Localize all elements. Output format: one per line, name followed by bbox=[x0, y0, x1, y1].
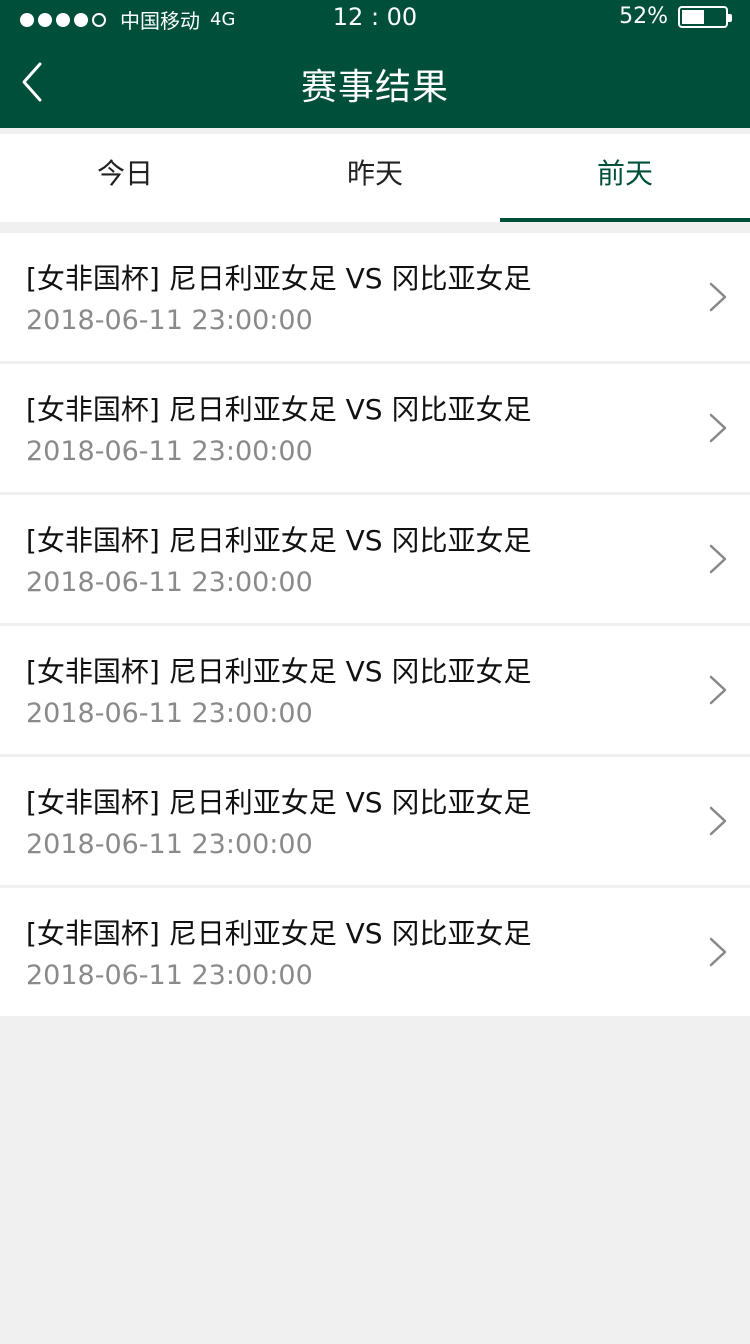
match-title: [女非国杯] 尼日利亚女足 VS 冈比亚女足 bbox=[26, 917, 532, 950]
app-header: 中国移动 4G 12 : 00 52% 赛事结果 bbox=[0, 0, 750, 128]
tab-yesterday[interactable]: 昨天 bbox=[250, 134, 500, 222]
match-title: [女非国杯] 尼日利亚女足 VS 冈比亚女足 bbox=[26, 655, 532, 688]
list-item[interactable]: [女非国杯] 尼日利亚女足 VS 冈比亚女足 2018-06-11 23:00:… bbox=[0, 364, 750, 492]
match-time: 2018-06-11 23:00:00 bbox=[26, 305, 313, 336]
match-title: [女非国杯] 尼日利亚女足 VS 冈比亚女足 bbox=[26, 393, 532, 426]
match-time: 2018-06-11 23:00:00 bbox=[26, 960, 313, 991]
chevron-right-icon bbox=[709, 937, 727, 967]
tab-today[interactable]: 今日 bbox=[0, 134, 250, 222]
match-title: [女非国杯] 尼日利亚女足 VS 冈比亚女足 bbox=[26, 524, 532, 557]
match-title: [女非国杯] 尼日利亚女足 VS 冈比亚女足 bbox=[26, 262, 532, 295]
match-time: 2018-06-11 23:00:00 bbox=[26, 436, 313, 467]
list-item[interactable]: [女非国杯] 尼日利亚女足 VS 冈比亚女足 2018-06-11 23:00:… bbox=[0, 757, 750, 885]
status-bar: 中国移动 4G 12 : 00 52% bbox=[0, 0, 750, 36]
list-item[interactable]: [女非国杯] 尼日利亚女足 VS 冈比亚女足 2018-06-11 23:00:… bbox=[0, 888, 750, 1016]
status-right: 52% bbox=[619, 4, 732, 29]
page-title: 赛事结果 bbox=[300, 67, 449, 108]
match-time: 2018-06-11 23:00:00 bbox=[26, 829, 313, 860]
battery-level-fill bbox=[682, 9, 704, 24]
list-item[interactable]: [女非国杯] 尼日利亚女足 VS 冈比亚女足 2018-06-11 23:00:… bbox=[0, 233, 750, 361]
battery-icon bbox=[678, 5, 732, 28]
chevron-right-icon bbox=[709, 544, 727, 574]
chevron-right-icon bbox=[709, 675, 727, 705]
date-tabs: 今日 昨天 前天 bbox=[0, 134, 750, 222]
chevron-right-icon bbox=[709, 413, 727, 443]
chevron-right-icon bbox=[709, 282, 727, 312]
match-time: 2018-06-11 23:00:00 bbox=[26, 698, 313, 729]
tab-day-before-yesterday[interactable]: 前天 bbox=[500, 134, 750, 222]
battery-percent: 52% bbox=[619, 4, 668, 29]
list-item[interactable]: [女非国杯] 尼日利亚女足 VS 冈比亚女足 2018-06-11 23:00:… bbox=[0, 626, 750, 754]
list-item[interactable]: [女非国杯] 尼日利亚女足 VS 冈比亚女足 2018-06-11 23:00:… bbox=[0, 495, 750, 623]
match-time: 2018-06-11 23:00:00 bbox=[26, 567, 313, 598]
chevron-right-icon bbox=[709, 806, 727, 836]
match-list: [女非国杯] 尼日利亚女足 VS 冈比亚女足 2018-06-11 23:00:… bbox=[0, 233, 750, 1019]
match-title: [女非国杯] 尼日利亚女足 VS 冈比亚女足 bbox=[26, 786, 532, 819]
